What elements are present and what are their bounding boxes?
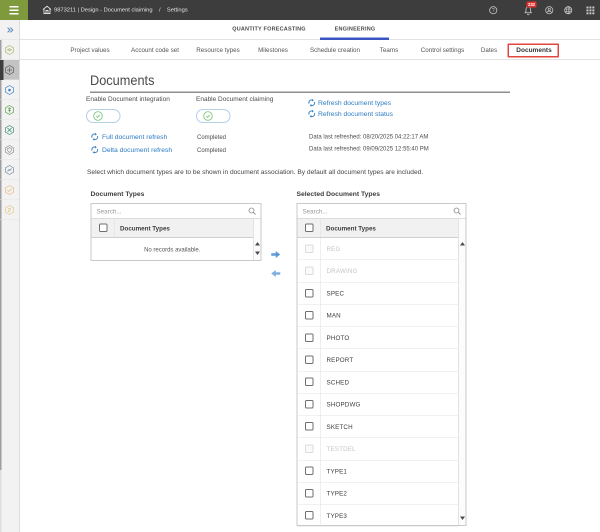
svg-text:?: ? bbox=[492, 8, 495, 14]
